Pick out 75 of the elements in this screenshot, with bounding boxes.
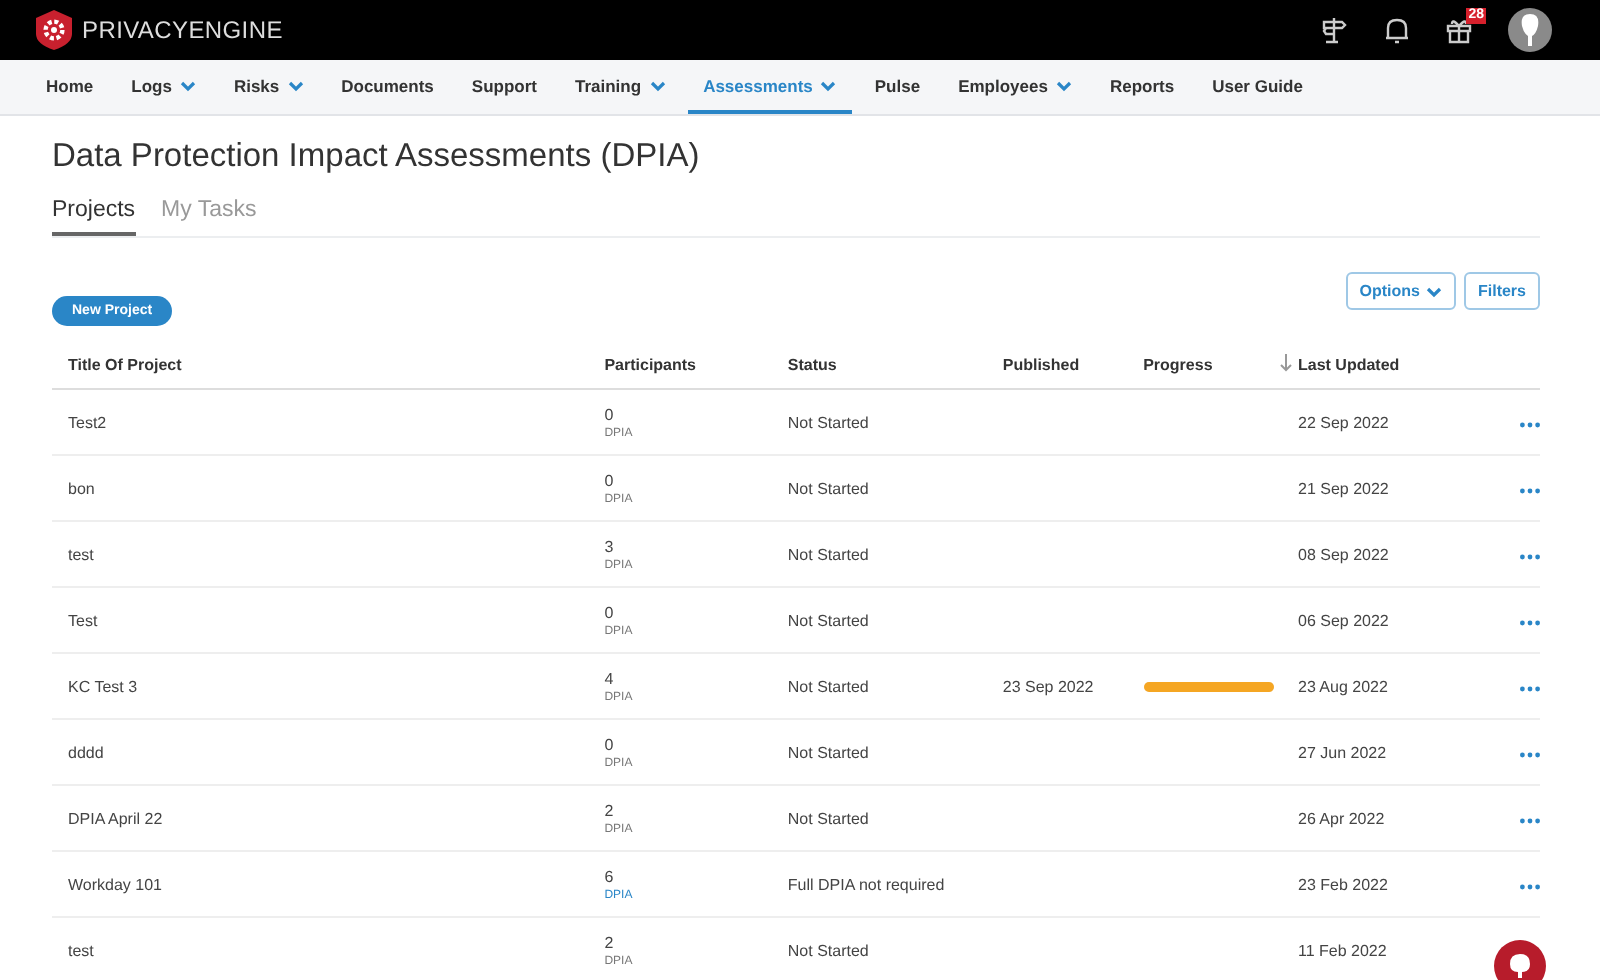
logo-text: PRIVACYENGINE bbox=[82, 16, 283, 44]
last-updated-date: 26 Apr 2022 bbox=[1280, 785, 1448, 851]
logo-icon bbox=[36, 10, 72, 50]
status-cell: Not Started bbox=[771, 653, 987, 719]
more-options-icon[interactable] bbox=[1520, 487, 1540, 493]
more-options-icon[interactable] bbox=[1520, 751, 1540, 757]
published-date: 23 Sep 2022 bbox=[1002, 677, 1094, 695]
project-title: bon bbox=[52, 455, 589, 521]
user-avatar[interactable] bbox=[1508, 8, 1552, 52]
last-updated-date: 06 Sep 2022 bbox=[1280, 587, 1448, 653]
column-header[interactable]: Last Updated bbox=[1280, 346, 1448, 389]
nav-item[interactable]: User Guide bbox=[1196, 60, 1319, 114]
column-header[interactable]: Published bbox=[986, 346, 1128, 389]
notification-bell-icon[interactable] bbox=[1384, 16, 1410, 44]
toolbar-button[interactable]: Options bbox=[1345, 272, 1456, 310]
status-cell: Not Started bbox=[771, 389, 987, 455]
status-cell: Not Started bbox=[771, 455, 987, 521]
gift-icon[interactable] bbox=[1446, 17, 1472, 43]
status-cell: Not Started bbox=[771, 521, 987, 587]
participant-count: 2 bbox=[604, 801, 614, 819]
column-header[interactable]: Status bbox=[771, 346, 987, 389]
chat-icon bbox=[1508, 952, 1532, 980]
last-updated-date: 23 Feb 2022 bbox=[1280, 851, 1448, 917]
project-title: dddd bbox=[52, 719, 589, 785]
nav-item[interactable]: Support bbox=[455, 60, 553, 114]
last-updated-date: 08 Sep 2022 bbox=[1280, 521, 1448, 587]
last-updated-date: 23 Aug 2022 bbox=[1280, 653, 1448, 719]
last-updated-date: 21 Sep 2022 bbox=[1280, 455, 1448, 521]
nav-item[interactable]: Assessments bbox=[687, 60, 853, 114]
nav-item[interactable]: Documents bbox=[325, 60, 450, 114]
last-updated-date: 22 Sep 2022 bbox=[1280, 389, 1448, 455]
project-title: KC Test 3 bbox=[52, 653, 589, 719]
participant-count: 0 bbox=[604, 405, 614, 423]
column-header[interactable]: Participants bbox=[588, 346, 772, 389]
tab[interactable]: Projects bbox=[52, 194, 136, 236]
more-options-icon[interactable] bbox=[1520, 619, 1540, 625]
column-header[interactable]: Progress bbox=[1127, 346, 1280, 389]
chat-widget-button[interactable] bbox=[1494, 940, 1546, 980]
column-header[interactable]: Title Of Project bbox=[52, 346, 589, 389]
last-updated-date: 11 Feb 2022 bbox=[1280, 917, 1448, 980]
project-title: DPIA April 22 bbox=[52, 785, 589, 851]
project-title: Workday 101 bbox=[52, 851, 589, 917]
participant-count: 0 bbox=[604, 603, 614, 621]
project-title: Test2 bbox=[52, 389, 589, 455]
nav-item[interactable]: Pulse bbox=[858, 60, 937, 114]
status-cell: Not Started bbox=[771, 719, 987, 785]
signpost-icon[interactable] bbox=[1320, 16, 1348, 44]
last-updated-date: 27 Jun 2022 bbox=[1280, 719, 1448, 785]
project-title: Test bbox=[52, 587, 589, 653]
participant-count: 0 bbox=[604, 735, 614, 753]
nav-item[interactable]: Employees bbox=[942, 60, 1088, 114]
status-cell: Not Started bbox=[771, 785, 987, 851]
participant-count: 2 bbox=[604, 933, 614, 951]
status-cell: Full DPIA not required bbox=[771, 851, 987, 917]
project-title: test bbox=[52, 521, 589, 587]
nav-item[interactable]: Home bbox=[30, 60, 110, 114]
page-title: Data Protection Impact Assessments (DPIA) bbox=[52, 138, 702, 176]
nav-item[interactable]: Training bbox=[559, 60, 682, 114]
more-options-icon[interactable] bbox=[1520, 817, 1540, 823]
participant-count: 4 bbox=[604, 669, 614, 687]
nav-item[interactable]: Logs bbox=[115, 60, 212, 114]
participant-count: 6 bbox=[604, 867, 614, 885]
toolbar-button[interactable]: Filters bbox=[1463, 272, 1540, 310]
nav-item[interactable]: Risks bbox=[217, 60, 320, 114]
avatar-silhouette-icon bbox=[1520, 14, 1540, 46]
status-cell: Not Started bbox=[771, 917, 987, 980]
nav-item[interactable]: Reports bbox=[1093, 60, 1191, 114]
more-options-icon[interactable] bbox=[1520, 685, 1540, 691]
project-title: test bbox=[52, 917, 589, 980]
more-options-icon[interactable] bbox=[1520, 421, 1540, 427]
participant-count: 3 bbox=[604, 537, 614, 555]
more-options-icon[interactable] bbox=[1520, 553, 1540, 559]
status-cell: Not Started bbox=[771, 587, 987, 653]
participant-count: 0 bbox=[604, 471, 614, 489]
more-options-icon[interactable] bbox=[1520, 883, 1540, 889]
